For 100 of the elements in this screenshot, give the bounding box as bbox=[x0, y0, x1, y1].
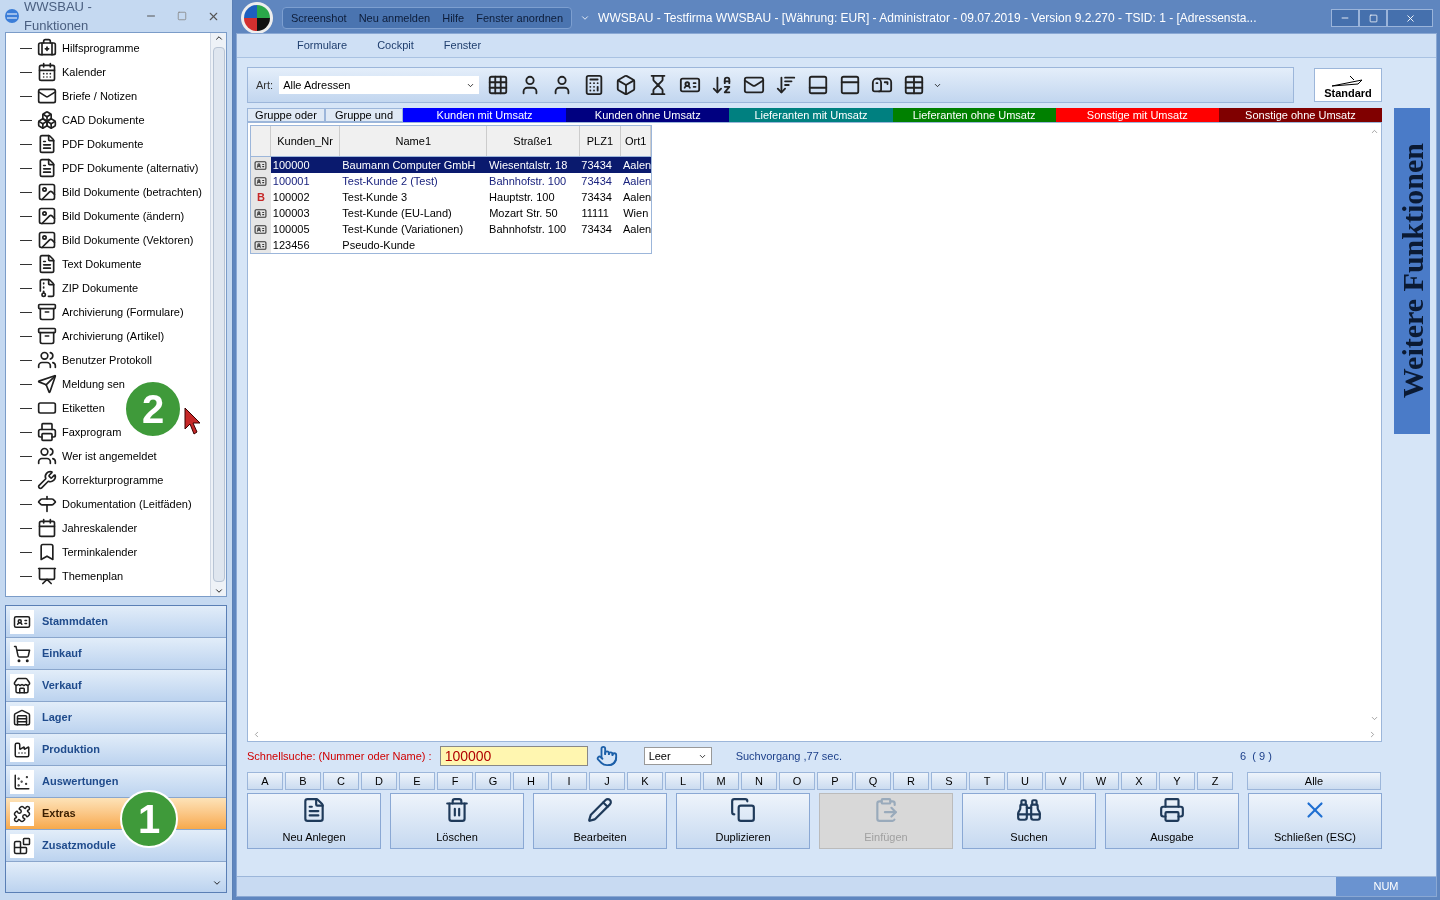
all-button[interactable]: Alle bbox=[1247, 772, 1381, 790]
letter-button[interactable]: K bbox=[627, 772, 663, 790]
tree-item[interactable]: Dokumentation (Leitfäden) bbox=[62, 495, 192, 513]
quick-search-field[interactable]: 100000 bbox=[439, 746, 588, 766]
column-header[interactable]: PLZ1 bbox=[579, 126, 622, 156]
letter-button[interactable]: Z bbox=[1197, 772, 1233, 790]
menu-tab[interactable]: Formulare bbox=[297, 37, 348, 54]
tree-item[interactable]: Wer ist angemeldet bbox=[62, 447, 157, 465]
group-tab[interactable]: Gruppe oder bbox=[247, 108, 325, 122]
close-icon[interactable] bbox=[1404, 12, 1416, 24]
letter-button[interactable]: G bbox=[475, 772, 511, 790]
letter-button[interactable]: Y bbox=[1159, 772, 1195, 790]
letter-button[interactable]: R bbox=[893, 772, 929, 790]
letter-button[interactable]: O bbox=[779, 772, 815, 790]
quick-access-item[interactable]: Hilfe bbox=[442, 9, 465, 27]
nav-item[interactable]: Produktion bbox=[6, 734, 226, 766]
table-row[interactable]: 123456 Pseudo-Kunde bbox=[251, 237, 651, 253]
table-row[interactable]: 100000 Baumann Computer GmbH Wiesentalstr. 18 73434 Aalen bbox=[251, 157, 651, 173]
filter-tab[interactable]: Sonstige mit Umsatz bbox=[1055, 108, 1219, 122]
menu-tab[interactable]: Cockpit bbox=[377, 37, 414, 54]
filter-tab[interactable]: Kunden ohne Umsatz bbox=[566, 108, 730, 122]
filter-tab[interactable]: Kunden mit Umsatz bbox=[403, 108, 567, 122]
letter-button[interactable]: I bbox=[551, 772, 587, 790]
quick-access-item[interactable]: Fenster anordnen bbox=[476, 9, 564, 27]
table-row[interactable]: 100001 Test-Kunde 2 (Test) Bahnhofstr. 100 73434 Aalen bbox=[251, 173, 651, 189]
panel-top-icon[interactable] bbox=[839, 74, 862, 96]
nav-item[interactable]: Auswertungen bbox=[6, 766, 226, 798]
tree-item[interactable]: Text Dokumente bbox=[62, 255, 142, 273]
letter-button[interactable]: F bbox=[437, 772, 473, 790]
art-dropdown[interactable]: Alle Adressen bbox=[279, 76, 480, 94]
tree-item[interactable]: Archivierung (Formulare) bbox=[62, 303, 184, 321]
action-button[interactable]: Löschen bbox=[390, 793, 524, 849]
nav-item[interactable]: Einkauf bbox=[6, 638, 226, 670]
letter-button[interactable]: U bbox=[1007, 772, 1043, 790]
mode-dropdown[interactable]: Leer bbox=[643, 747, 712, 765]
standard-button[interactable]: Standard bbox=[1314, 68, 1382, 102]
tree-item[interactable]: Themenplan bbox=[62, 567, 124, 585]
filter-tab[interactable]: Sonstige ohne Umsatz bbox=[1218, 108, 1383, 122]
tree-item[interactable]: Faxprogram bbox=[62, 423, 122, 441]
tree-item[interactable]: PDF Dokumente bbox=[62, 135, 144, 153]
filter-tab[interactable]: Lieferanten ohne Umsatz bbox=[892, 108, 1056, 122]
action-button[interactable]: Bearbeiten bbox=[533, 793, 667, 849]
table-row[interactable]: B 100002 Test-Kunde 3 Hauptstr. 100 73434 Aalen bbox=[251, 189, 651, 205]
filter-tab[interactable]: Lieferanten mit Umsatz bbox=[729, 108, 893, 122]
nav-item[interactable]: Stammdaten bbox=[6, 606, 226, 638]
action-button[interactable]: Duplizieren bbox=[676, 793, 810, 849]
pointing-hand-icon[interactable] bbox=[595, 745, 618, 767]
panel-bottom-icon[interactable] bbox=[807, 74, 830, 96]
action-button[interactable]: Neu Anlegen bbox=[247, 793, 381, 849]
letter-button[interactable]: L bbox=[665, 772, 701, 790]
tree-item[interactable]: CAD Dokumente bbox=[62, 111, 145, 129]
letter-button[interactable]: E bbox=[399, 772, 435, 790]
tree-item[interactable]: Meldung sen bbox=[62, 375, 125, 393]
tree-item[interactable]: Etiketten bbox=[62, 399, 105, 417]
letter-button[interactable]: J bbox=[589, 772, 625, 790]
action-button[interactable]: Schließen (ESC) bbox=[1248, 793, 1382, 849]
letter-button[interactable]: V bbox=[1045, 772, 1081, 790]
tree-item[interactable]: Jahreskalender bbox=[62, 519, 138, 537]
tree-item[interactable]: Archivierung (Artikel) bbox=[62, 327, 165, 345]
letter-button[interactable]: C bbox=[323, 772, 359, 790]
quick-access-item[interactable]: Neu anmelden bbox=[358, 9, 431, 27]
tree-item[interactable]: Hilfsprogramme bbox=[62, 39, 140, 57]
envelope-icon[interactable] bbox=[743, 74, 766, 96]
letter-button[interactable]: D bbox=[361, 772, 397, 790]
column-header[interactable]: Name1 bbox=[340, 126, 488, 156]
scroll-up-icon[interactable] bbox=[213, 33, 224, 43]
tree-item[interactable]: Bild Dokumente (ändern) bbox=[62, 207, 185, 225]
letter-button[interactable]: Q bbox=[855, 772, 891, 790]
letter-button[interactable]: H bbox=[513, 772, 549, 790]
group-tab[interactable]: Gruppe und bbox=[325, 108, 403, 122]
tree-item[interactable]: Bild Dokumente (Vektoren) bbox=[62, 231, 194, 249]
table-row[interactable]: 100003 Test-Kunde (EU-Land) Mozart Str. 50 11111 Wien bbox=[251, 205, 651, 221]
more-icon[interactable] bbox=[212, 878, 222, 888]
tree-item[interactable]: ZIP Dokumente bbox=[62, 279, 139, 297]
tree-item[interactable]: Bild Dokumente (betrachten) bbox=[62, 183, 202, 201]
action-button[interactable]: Ausgabe bbox=[1105, 793, 1239, 849]
action-button[interactable]: Suchen bbox=[962, 793, 1096, 849]
tree-item[interactable]: PDF Dokumente (alternativ) bbox=[62, 159, 199, 177]
letter-button[interactable]: P bbox=[817, 772, 853, 790]
tree-item[interactable]: Briefe / Notizen bbox=[62, 87, 138, 105]
tree-item[interactable]: Kalender bbox=[62, 63, 107, 81]
letter-button[interactable]: S bbox=[931, 772, 967, 790]
sort-icon[interactable] bbox=[775, 74, 798, 96]
table-row[interactable]: 100005 Test-Kunde (Variationen) Bahnhofstr. 100 73434 Aalen bbox=[251, 221, 651, 237]
letter-button[interactable]: X bbox=[1121, 772, 1157, 790]
tree-item[interactable]: Terminkalender bbox=[62, 543, 138, 561]
letter-button[interactable]: A bbox=[247, 772, 283, 790]
grid-icon[interactable] bbox=[487, 74, 510, 96]
letter-button[interactable]: W bbox=[1083, 772, 1119, 790]
table-icon[interactable] bbox=[903, 74, 926, 96]
tree-item[interactable]: Benutzer Protokoll bbox=[62, 351, 152, 369]
letter-button[interactable]: T bbox=[969, 772, 1005, 790]
quick-access-item[interactable]: Screenshot bbox=[291, 9, 347, 27]
logo-icon[interactable] bbox=[240, 1, 274, 35]
letter-button[interactable]: B bbox=[285, 772, 321, 790]
scroll-down-icon[interactable] bbox=[213, 586, 224, 596]
nav-item[interactable]: Lager bbox=[6, 702, 226, 734]
column-header[interactable]: Kunden_Nr bbox=[270, 126, 341, 156]
letter-button[interactable]: M bbox=[703, 772, 739, 790]
box-icon[interactable] bbox=[615, 74, 638, 96]
